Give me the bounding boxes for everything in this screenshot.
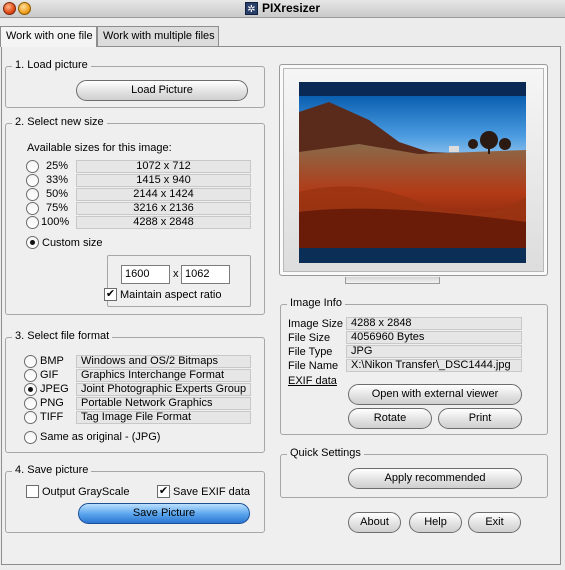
format-tiff-radio[interactable] <box>24 411 37 424</box>
exit-button[interactable]: Exit <box>468 512 521 533</box>
rotate-button[interactable]: Rotate <box>348 408 432 429</box>
size-75-label: 75% <box>46 202 69 214</box>
file-type-label: File Type <box>288 346 333 358</box>
format-png-desc: Portable Network Graphics <box>76 397 251 410</box>
size-33-label: 33% <box>46 174 69 186</box>
format-png-label: PNG <box>40 397 64 409</box>
format-gif-label: GIF <box>40 369 59 381</box>
quick-settings-legend: Quick Settings <box>287 447 364 459</box>
title-bar: ✲ PIXresizer <box>0 0 565 18</box>
format-gif-radio[interactable] <box>24 369 37 382</box>
maintain-aspect-label: Maintain aspect ratio <box>120 289 222 301</box>
file-name-value: X:\Nikon Transfer\_DSC1444.jpg <box>346 359 522 372</box>
app-icon: ✲ <box>244 2 258 16</box>
about-button[interactable]: About <box>348 512 401 533</box>
load-picture-legend: 1. Load picture <box>12 59 91 71</box>
tab-one-file[interactable]: Work with one file <box>0 26 97 47</box>
window-title: ✲ PIXresizer <box>0 1 565 16</box>
apply-recommended-button[interactable]: Apply recommended <box>348 468 522 489</box>
size-50-label: 50% <box>46 188 69 200</box>
help-button[interactable]: Help <box>409 512 462 533</box>
window-title-text: PIXresizer <box>261 1 321 15</box>
format-jpeg-desc: Joint Photographic Experts Group <box>76 383 251 396</box>
exif-data-link[interactable]: EXIF data <box>288 375 337 387</box>
print-button[interactable]: Print <box>438 408 522 429</box>
size-75-radio[interactable] <box>26 202 39 215</box>
preview-image <box>299 82 526 263</box>
size-50-dims: 2144 x 1424 <box>76 188 251 201</box>
tab-multiple-files[interactable]: Work with multiple files <box>97 26 219 46</box>
grayscale-label: Output GrayScale <box>42 486 130 498</box>
image-size-label: Image Size <box>288 318 344 330</box>
open-external-viewer-button[interactable]: Open with external viewer <box>348 384 522 405</box>
format-png-radio[interactable] <box>24 397 37 410</box>
file-type-value: JPG <box>346 345 522 358</box>
image-info-legend: Image Info <box>287 297 345 309</box>
save-exif-checkbox[interactable]: ✔ <box>157 485 170 498</box>
format-jpeg-label: JPEG <box>40 383 69 395</box>
save-picture-button[interactable]: Save Picture <box>78 503 250 524</box>
maintain-aspect-checkbox[interactable]: ✔ <box>104 288 117 301</box>
size-25-dims: 1072 x 712 <box>76 160 251 173</box>
select-size-legend: 2. Select new size <box>12 116 107 128</box>
landscape-photo <box>299 82 526 263</box>
size-25-radio[interactable] <box>26 160 39 173</box>
load-picture-button[interactable]: Load Picture <box>76 80 248 101</box>
format-same-label: Same as original - (JPG) <box>40 431 161 443</box>
custom-height-input[interactable]: 1062 <box>181 265 230 284</box>
format-gif-desc: Graphics Interchange Format <box>76 369 251 382</box>
monitor-stand <box>345 277 440 284</box>
custom-size-label: Custom size <box>42 237 103 249</box>
file-size-label: File Size <box>288 332 331 344</box>
size-100-label: 100% <box>41 216 70 228</box>
size-75-dims: 3216 x 2136 <box>76 202 251 215</box>
size-33-dims: 1415 x 940 <box>76 174 251 187</box>
size-25-label: 25% <box>46 160 69 172</box>
size-50-radio[interactable] <box>26 188 39 201</box>
format-tiff-label: TIFF <box>40 411 64 423</box>
size-100-dims: 4288 x 2848 <box>76 216 251 229</box>
grayscale-checkbox[interactable] <box>26 485 39 498</box>
format-bmp-label: BMP <box>40 355 64 367</box>
file-name-label: File Name <box>288 360 339 372</box>
save-exif-label: Save EXIF data <box>173 486 251 498</box>
format-bmp-radio[interactable] <box>24 355 37 368</box>
custom-size-radio[interactable] <box>26 236 39 249</box>
save-picture-legend: 4. Save picture <box>12 464 92 476</box>
image-size-value: 4288 x 2848 <box>346 317 522 330</box>
size-33-radio[interactable] <box>26 174 39 187</box>
format-tiff-desc: Tag Image File Format <box>76 411 251 424</box>
custom-width-input[interactable]: 1600 <box>121 265 170 284</box>
custom-size-x-label: x <box>173 268 179 280</box>
size-100-radio[interactable] <box>26 216 39 229</box>
file-size-value: 4056960 Bytes <box>346 331 522 344</box>
available-sizes-label: Available sizes for this image: <box>27 142 172 154</box>
format-bmp-desc: Windows and OS/2 Bitmaps <box>76 355 251 368</box>
format-same-radio[interactable] <box>24 431 37 444</box>
file-format-legend: 3. Select file format <box>12 330 113 342</box>
format-jpeg-radio[interactable] <box>24 383 37 396</box>
